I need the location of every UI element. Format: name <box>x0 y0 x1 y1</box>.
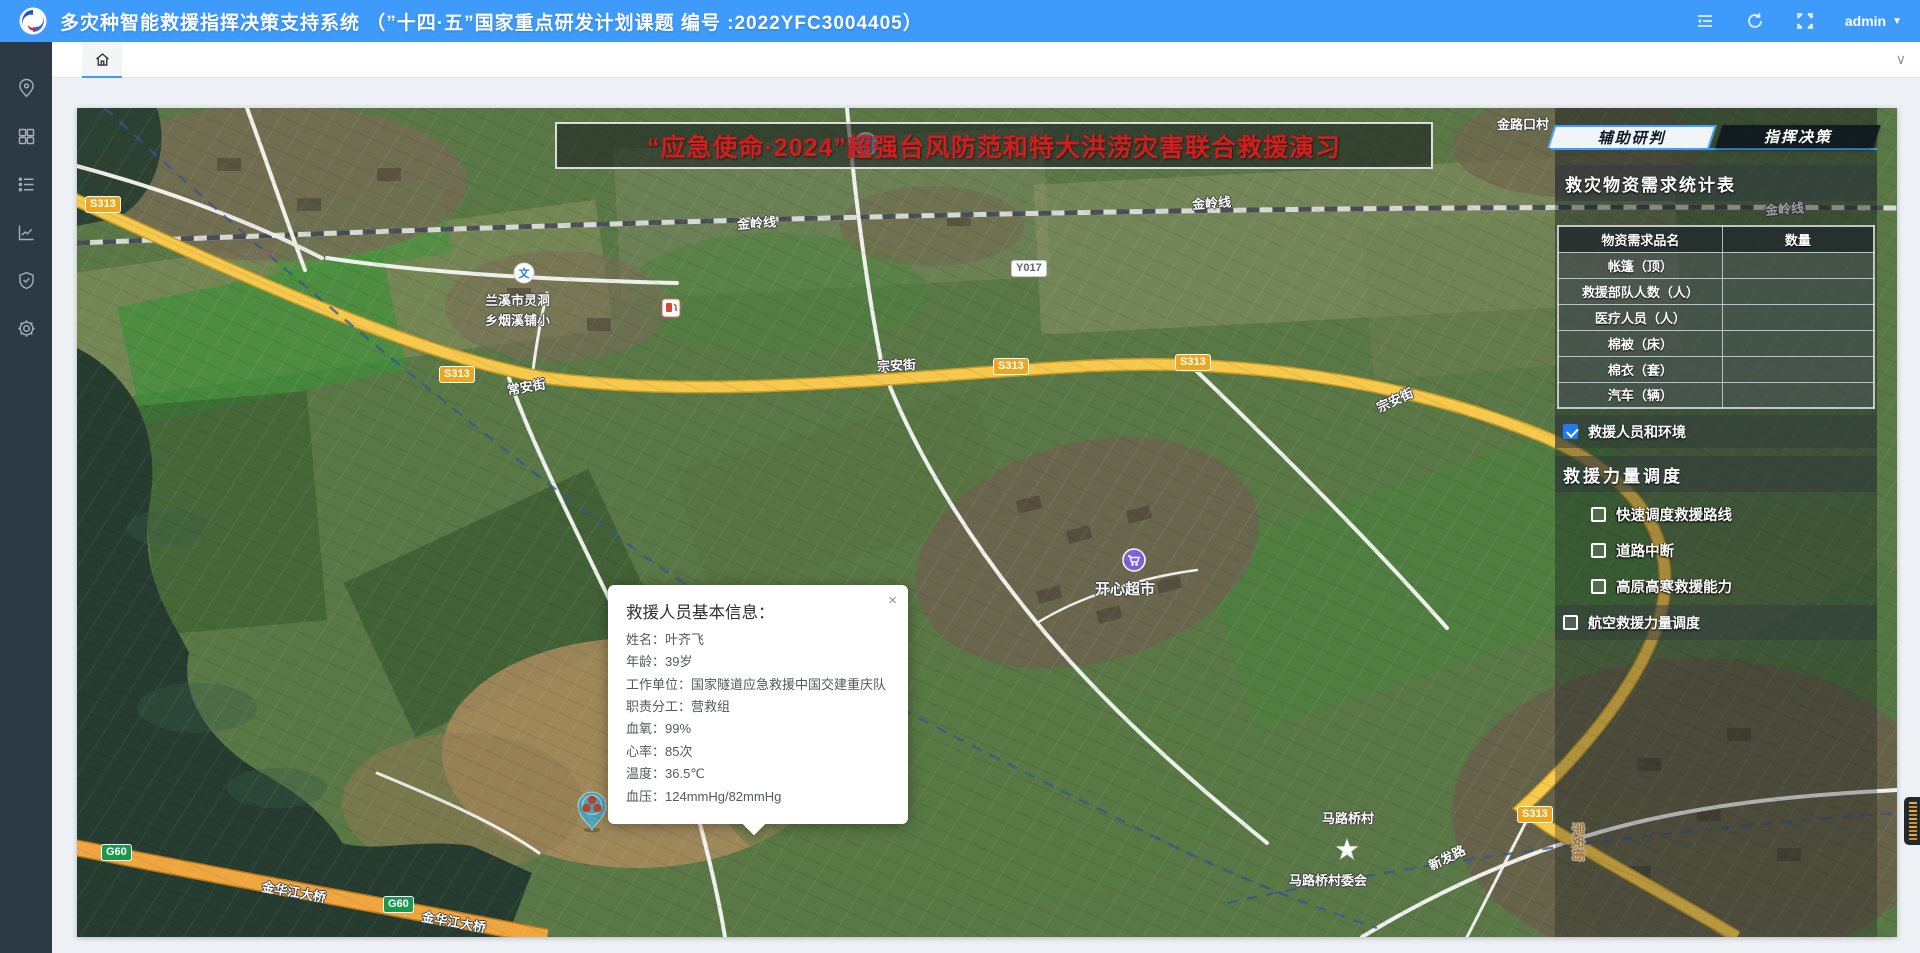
app-logo-icon <box>18 6 48 36</box>
sidebar-item-analytics[interactable] <box>0 208 52 256</box>
map-layer-widget[interactable] <box>1904 797 1920 845</box>
supply-qty-cell <box>1722 382 1874 408</box>
supply-name-cell: 医疗人员（人） <box>1558 304 1722 330</box>
col-supply-name: 物资需求品名 <box>1558 226 1722 252</box>
popup-field-duty: 职责分工：营救组 <box>626 696 890 718</box>
table-row: 救援部队人数（人） <box>1558 278 1874 304</box>
table-row: 棉被（床） <box>1558 330 1874 356</box>
svg-text:文: 文 <box>519 266 531 280</box>
popup-field-name: 姓名：叶齐飞 <box>626 629 890 651</box>
sidebar-item-dashboard[interactable] <box>0 112 52 160</box>
supply-name-cell: 帐篷（顶） <box>1558 252 1722 278</box>
col-quantity: 数量 <box>1722 226 1874 252</box>
checkbox-checked-icon[interactable] <box>1563 424 1578 439</box>
tab-auxiliary-judgement[interactable]: 辅助研判 <box>1547 125 1716 148</box>
sidebar-item-security[interactable] <box>0 256 52 304</box>
supply-qty-cell <box>1722 356 1874 382</box>
user-menu[interactable]: admin ▼ <box>1845 13 1902 29</box>
popup-field-temp: 温度：36.5℃ <box>626 763 890 785</box>
supply-qty-cell <box>1722 304 1874 330</box>
popup-field-org: 工作单位：国家隧道应急救援中国交建重庆队 <box>626 674 890 696</box>
dispatch-option-label: 快速调度救援路线 <box>1616 504 1732 525</box>
popup-field-bp: 血压：124mmHg/82mmHg <box>626 786 890 808</box>
dispatch-option-label: 道路中断 <box>1616 540 1674 561</box>
supply-qty-cell <box>1722 330 1874 356</box>
supply-name-cell: 救援部队人数（人） <box>1558 278 1722 304</box>
supply-name-cell: 汽车（辆） <box>1558 382 1722 408</box>
table-row: 棉衣（套） <box>1558 356 1874 382</box>
checkbox-icon[interactable] <box>1591 579 1606 594</box>
app-root: 多灾种智能救援指挥决策支持系统 （”十四·五”国家重点研发计划课题 编号 :20… <box>0 0 1920 953</box>
popup-title: 救援人员基本信息： <box>626 599 890 623</box>
close-icon[interactable]: × <box>888 593 897 608</box>
sidebar <box>0 42 52 953</box>
layer-aviation-dispatch[interactable]: 航空救援力量调度 <box>1555 605 1877 640</box>
refresh-icon[interactable] <box>1745 11 1765 31</box>
layer-aviation-label: 航空救援力量调度 <box>1588 613 1700 633</box>
dashboard-grid-icon <box>16 126 37 147</box>
popup-field-age: 年龄：39岁 <box>626 651 890 673</box>
supermarket-marker <box>1123 549 1145 571</box>
sidebar-item-list[interactable] <box>0 160 52 208</box>
checkbox-icon[interactable] <box>1563 615 1578 630</box>
analysis-panel: 辅助研判 指挥决策 救灾物资需求统计表 物资需求品名 数量 帐篷（顶）救援部队人… <box>1555 108 1877 937</box>
table-row: 汽车（辆） <box>1558 382 1874 408</box>
popup-field-spo2: 血氧：99% <box>626 718 890 740</box>
layer-rescue-env-label: 救援人员和环境 <box>1588 422 1686 442</box>
rescue-info-popup: × 救援人员基本信息： 姓名：叶齐飞 年龄：39岁 工作单位：国家隧道应急救援中… <box>608 585 908 824</box>
app-header: 多灾种智能救援指挥决策支持系统 （”十四·五”国家重点研发计划课题 编号 :20… <box>0 0 1920 42</box>
table-header-row: 物资需求品名 数量 <box>1558 226 1874 252</box>
fullscreen-icon[interactable] <box>1795 11 1815 31</box>
sidebar-item-settings[interactable] <box>0 304 52 352</box>
settings-gear-icon <box>16 318 37 339</box>
chevron-down-icon: ▼ <box>1892 16 1902 27</box>
checkbox-icon[interactable] <box>1591 543 1606 558</box>
line-chart-icon <box>16 222 37 243</box>
tab-bar: ∨ <box>52 42 1920 78</box>
sidebar-item-location[interactable] <box>0 64 52 112</box>
list-icon <box>16 174 37 195</box>
tab-overflow-chevron-icon[interactable]: ∨ <box>1896 51 1906 68</box>
panel-tabs: 辅助研判 指挥决策 <box>1551 125 1877 150</box>
supply-qty-cell <box>1722 252 1874 278</box>
tab-home[interactable] <box>82 42 122 78</box>
section-dispatch-title: 救援力量调度 <box>1555 456 1877 492</box>
dispatch-option[interactable]: 高原高寒救援能力 <box>1591 568 1877 604</box>
content-area: 文 宗安街宗安街常安街金岭线金岭线金岭线金华江大桥金华江大桥新发路宗安街马路桥村… <box>52 78 1920 953</box>
table-row: 医疗人员（人） <box>1558 304 1874 330</box>
dispatch-option-label: 高原高寒救援能力 <box>1616 576 1732 597</box>
supply-name-cell: 棉被（床） <box>1558 330 1722 356</box>
popup-field-heart: 心率：85次 <box>626 741 890 763</box>
map-canvas[interactable]: 文 宗安街宗安街常安街金岭线金岭线金岭线金华江大桥金华江大桥新发路宗安街马路桥村… <box>77 108 1897 937</box>
supply-needs-table: 物资需求品名 数量 帐篷（顶）救援部队人数（人）医疗人员（人）棉被（床）棉衣（套… <box>1557 225 1875 409</box>
gas-station-marker <box>662 299 680 317</box>
collapse-menu-icon[interactable] <box>1695 11 1715 31</box>
school-poi-marker: 文 <box>514 263 534 283</box>
supply-table-title: 救灾物资需求统计表 <box>1555 165 1877 201</box>
exercise-banner: “应急使命·2024”超强台风防范和特大洪涝灾害联合救援演习 <box>555 122 1433 169</box>
supply-qty-cell <box>1722 278 1874 304</box>
table-row: 帐篷（顶） <box>1558 252 1874 278</box>
supply-name-cell: 棉衣（套） <box>1558 356 1722 382</box>
shield-check-icon <box>16 270 37 291</box>
app-title: 多灾种智能救援指挥决策支持系统 （”十四·五”国家重点研发计划课题 编号 :20… <box>60 8 923 35</box>
tab-command-decision[interactable]: 指挥决策 <box>1715 125 1880 148</box>
home-icon <box>94 51 111 68</box>
checkbox-icon[interactable] <box>1591 507 1606 522</box>
layer-rescue-env[interactable]: 救援人员和环境 <box>1555 415 1877 448</box>
dispatch-option[interactable]: 道路中断 <box>1591 532 1877 568</box>
dispatch-options: 快速调度救援路线道路中断高原高寒救援能力 <box>1591 496 1877 604</box>
user-name: admin <box>1845 13 1886 29</box>
dispatch-option[interactable]: 快速调度救援路线 <box>1591 496 1877 532</box>
location-pin-icon <box>16 78 37 99</box>
